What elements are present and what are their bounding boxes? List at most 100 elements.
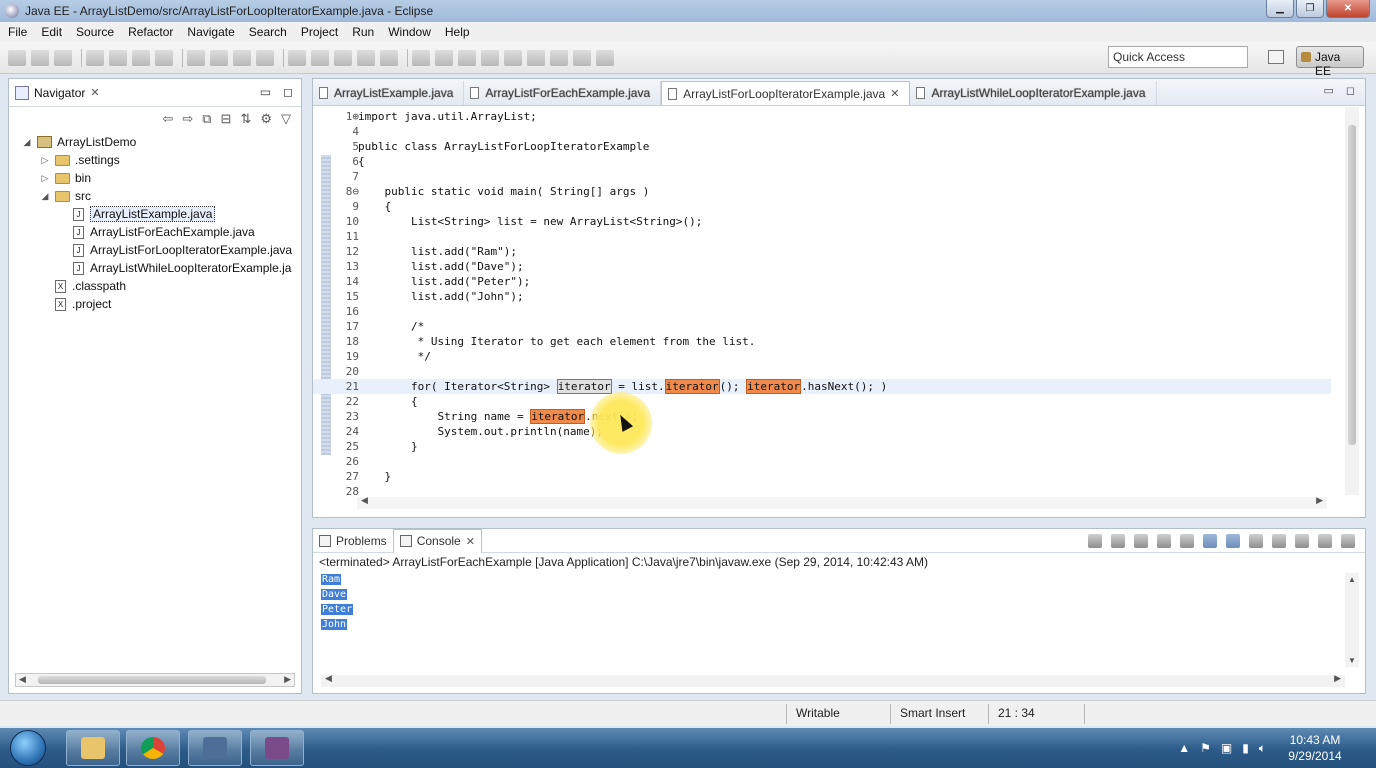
expand-toggle-icon[interactable]: ▷ [39,155,51,166]
search-icon[interactable] [412,49,430,66]
new-icon[interactable] [8,49,26,66]
menu-source[interactable]: Source [76,25,114,39]
remove-all-launches-icon[interactable] [1134,534,1148,548]
editor-horizontal-scrollbar[interactable]: ◀ ▶ [357,495,1327,509]
code-line[interactable]: 13 list.add("Dave"); [313,259,1331,274]
code-line[interactable]: 12 list.add("Ram"); [313,244,1331,259]
code-line[interactable]: 21 for( Iterator<String> iterator = list… [313,379,1331,394]
navigator-horizontal-scrollbar[interactable]: ◀ ▶ [15,673,295,687]
code-line[interactable]: 27 } [313,469,1331,484]
print-icon[interactable] [86,49,104,66]
code-line[interactable]: 22 { [313,394,1331,409]
link-editor-icon[interactable]: ⇅ [240,111,251,127]
tree-item[interactable]: ◢ ArrayListDemo [9,133,301,151]
tab-console[interactable]: Console ✕ [392,528,482,553]
code-line[interactable]: 24 System.out.println(name); [313,424,1331,439]
tree-item[interactable]: ▷ .settings [9,151,301,169]
taskbar-chrome[interactable] [126,730,180,766]
code-line[interactable]: 15 list.add("John"); [313,289,1331,304]
publish-icon[interactable] [155,49,173,66]
editor-tab[interactable]: ArrayListExample.java [313,81,465,105]
run-icon[interactable] [233,49,251,66]
menu-search[interactable]: Search [249,25,287,39]
volume-icon[interactable]: 🔈︎ [1259,741,1266,756]
toggle-mark-occurrences-icon[interactable] [481,49,499,66]
display-console-icon[interactable] [1272,534,1286,548]
menu-help[interactable]: Help [445,25,470,39]
code-line[interactable]: 17 /* [313,319,1331,334]
console-horizontal-scrollbar[interactable]: ◀ ▶ [321,673,1345,687]
open-type-icon[interactable] [357,49,375,66]
maximize-view-icon[interactable] [1341,534,1355,548]
forward-arrow-icon[interactable]: ⇨ [182,111,193,127]
tree-item[interactable]: J ArrayListForLoopIteratorExample.java [9,241,301,259]
code-line[interactable]: 26 [313,454,1331,469]
open-task-icon[interactable] [380,49,398,66]
scroll-down-icon[interactable]: ▼ [1348,656,1356,665]
show-on-error-icon[interactable] [1226,534,1240,548]
scroll-left-icon[interactable]: ◀ [361,495,368,506]
code-line[interactable]: 7 [313,169,1331,184]
code-line[interactable]: 11 [313,229,1331,244]
start-button-icon[interactable] [10,730,46,766]
scroll-left-icon[interactable]: ◀ [325,673,332,684]
menu-refactor[interactable]: Refactor [128,25,173,39]
show-hidden-icons-icon[interactable]: ▲ [1178,741,1190,756]
back-icon[interactable] [550,49,568,66]
tree-item[interactable]: J ArrayListExample.java [9,205,301,223]
close-icon[interactable]: ✕ [890,87,899,100]
minimize-view-icon[interactable] [1318,534,1332,548]
maximize-button[interactable]: ❐ [1296,0,1324,18]
code-line[interactable]: 18 * Using Iterator to get each element … [313,334,1331,349]
flag-icon[interactable]: ⚑ [1200,741,1211,756]
menu-window[interactable]: Window [388,25,431,39]
annotation-prev-icon[interactable] [458,49,476,66]
code-line[interactable]: 16 [313,304,1331,319]
expand-toggle-icon[interactable]: ◢ [39,191,51,202]
code-line[interactable]: 19 */ [313,349,1331,364]
close-button[interactable]: ✕ [1326,0,1370,18]
code-line[interactable]: 14 list.add("Peter"); [313,274,1331,289]
network-device-icon[interactable]: ▣ [1221,741,1232,756]
last-edit-icon[interactable] [596,49,614,66]
maximize-editor-icon[interactable]: ◻ [1346,84,1355,97]
filter-icon[interactable]: ⚙ [260,111,272,127]
menu-file[interactable]: File [8,25,27,39]
scroll-right-icon[interactable]: ▶ [1316,495,1323,506]
expand-toggle-icon[interactable]: ◢ [21,137,33,148]
build-icon[interactable] [109,49,127,66]
console-output[interactable]: Ram Dave Peter John [321,573,354,633]
forward-icon[interactable] [573,49,591,66]
tree-item[interactable]: ▷ bin [9,169,301,187]
server-icon[interactable] [132,49,150,66]
tab-navigator[interactable]: Navigator ✕ [9,85,106,100]
editor-vertical-scrollbar[interactable] [1345,107,1359,495]
new-class-icon[interactable] [334,49,352,66]
external-tools-icon[interactable] [256,49,274,66]
tree-item[interactable]: X .project [9,295,301,313]
back-arrow-icon[interactable]: ⇦ [162,111,173,127]
code-line[interactable]: 1⊕ import java.util.ArrayList; [313,109,1331,124]
code-line[interactable]: 23 String name = iterator.next(); [313,409,1331,424]
minimize-editor-icon[interactable]: ▭ [1323,84,1333,97]
annotation-next-icon[interactable] [435,49,453,66]
scrollbar-thumb[interactable] [38,676,266,684]
code-line[interactable]: 6{ [313,154,1331,169]
code-line[interactable]: 9 { [313,199,1331,214]
view-menu-icon[interactable]: ▽ [281,111,291,127]
open-console-icon[interactable] [1295,534,1309,548]
menu-edit[interactable]: Edit [41,25,62,39]
minimize-button[interactable]: ▁ [1266,0,1294,18]
new-package-icon[interactable] [311,49,329,66]
taskbar-explorer[interactable] [66,730,120,766]
scroll-right-icon[interactable]: ▶ [1334,673,1341,684]
close-icon[interactable]: ✕ [90,86,99,99]
collapse-all-icon[interactable]: ⊟ [221,111,232,127]
new-java-project-icon[interactable] [288,49,306,66]
code-line[interactable]: 4 [313,124,1331,139]
maximize-view-icon[interactable]: ◻ [283,85,293,99]
terminate-icon[interactable] [1088,534,1102,548]
scroll-up-icon[interactable]: ▲ [1348,575,1356,584]
show-on-output-icon[interactable] [1203,534,1217,548]
tree-item[interactable]: J ArrayListWhileLoopIteratorExample.ja [9,259,301,277]
